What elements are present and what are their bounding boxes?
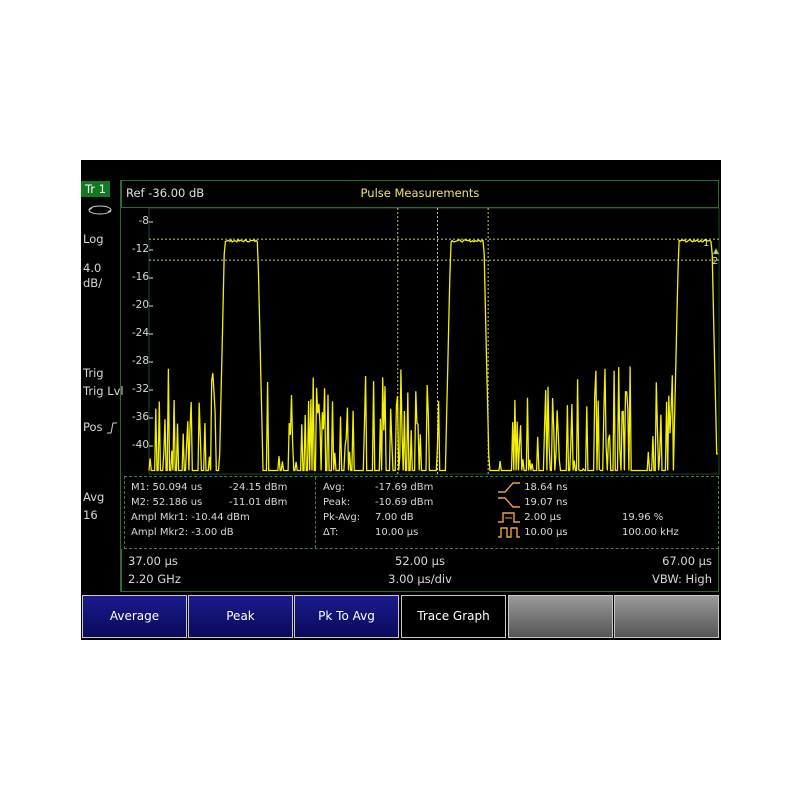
avg-label: Avg: xyxy=(323,482,345,493)
avg-value: -17.69 dBm xyxy=(375,482,434,493)
power-readouts: Avg: -17.69 dBm Peak: -10.69 dBm Pk-Avg: 7.… xyxy=(323,480,433,540)
softkey-5-button[interactable] xyxy=(508,595,613,638)
avg-label: Avg xyxy=(83,490,105,504)
softkey-6-button[interactable] xyxy=(614,595,719,638)
peak-button[interactable]: Peak xyxy=(188,595,293,638)
pulse-width-icon xyxy=(498,512,520,523)
marker-2-arrow-icon xyxy=(713,248,719,255)
time-per-div: 3.00 μs/div xyxy=(388,572,452,586)
x-axis-annotations: 37.00 μs 52.00 μs 67.00 μs 2.20 GHz 3.00… xyxy=(121,549,719,592)
rise-time-value: 18.64 ns xyxy=(524,482,568,493)
trace-graph xyxy=(148,208,720,475)
page-title: Pulse Measurements xyxy=(360,186,480,200)
pulse-period-icon xyxy=(498,527,520,538)
fall-time-value: 19.07 ns xyxy=(524,497,568,508)
plot-frame xyxy=(148,208,720,475)
measurement-panel: M1: 50.094 us -24.15 dBm M2: 52.186 us -11… xyxy=(124,476,719,549)
duty-cycle-value: 19.96 % xyxy=(622,512,664,523)
panel-divider xyxy=(315,477,316,548)
timing-readouts: 18.64 ns 19.07 ns 2.00 μs 10.00 μs xyxy=(497,480,568,540)
peak-value: -10.69 dBm xyxy=(375,497,434,508)
marker-readouts: M1: 50.094 us -24.15 dBm M2: 52.186 us -11… xyxy=(131,480,287,540)
m1-value: -24.15 dBm xyxy=(229,482,288,493)
trace-badge[interactable]: Tr 1 xyxy=(81,181,110,197)
pulse-plot[interactable]: -8 -12 -16 -20 -24 -28 -32 -36 -40 1 2 xyxy=(81,208,721,476)
avg-count: 16 xyxy=(83,508,98,522)
pk-avg-value: 7.00 dB xyxy=(375,512,414,523)
peak-label: Peak: xyxy=(323,497,351,508)
delta-t-label: ΔT: xyxy=(323,527,339,538)
display-header: Ref -36.00 dB Pulse Measurements xyxy=(121,180,719,208)
x-center: 52.00 μs xyxy=(395,554,445,568)
m2-value: -11.01 dBm xyxy=(229,497,288,508)
x-stop: 67.00 μs xyxy=(662,554,712,568)
delta-t-value: 10.00 μs xyxy=(375,527,419,538)
prf-value: 100.00 kHz xyxy=(622,527,679,538)
pk-avg-label: Pk-Avg: xyxy=(323,512,361,523)
average-button[interactable]: Average xyxy=(82,595,187,638)
m2-position: M2: 52.186 us xyxy=(131,497,203,508)
rise-time-icon xyxy=(498,482,520,493)
trace-graph-button[interactable]: Trace Graph xyxy=(401,595,506,638)
softkey-bar: Average Peak Pk To Avg Trace Graph xyxy=(81,594,721,640)
pulse-period-value: 10.00 μs xyxy=(524,527,568,538)
ampl-marker-2: Ampl Mkr2: -3.00 dB xyxy=(131,527,234,538)
fall-time-icon xyxy=(498,497,520,508)
m1-position: M1: 50.094 us xyxy=(131,482,203,493)
pulse-trace xyxy=(148,238,719,472)
marker-2-tag: 2 xyxy=(712,256,719,267)
marker-1-tag: 1 xyxy=(703,238,710,249)
pulse-width-value: 2.00 μs xyxy=(524,512,562,523)
top-strip xyxy=(81,160,721,180)
ampl-marker-1: Ampl Mkr1: -10.44 dBm xyxy=(131,512,250,523)
vbw-setting: VBW: High xyxy=(651,572,712,586)
analyzer-screen: Tr 1 Log 4.0 dB/ Trig Trig Lvl Pos Avg 1… xyxy=(81,160,721,640)
duty-prf-readouts: 19.96 % 100.00 kHz xyxy=(622,510,679,540)
pk-to-avg-button[interactable]: Pk To Avg xyxy=(294,595,399,638)
